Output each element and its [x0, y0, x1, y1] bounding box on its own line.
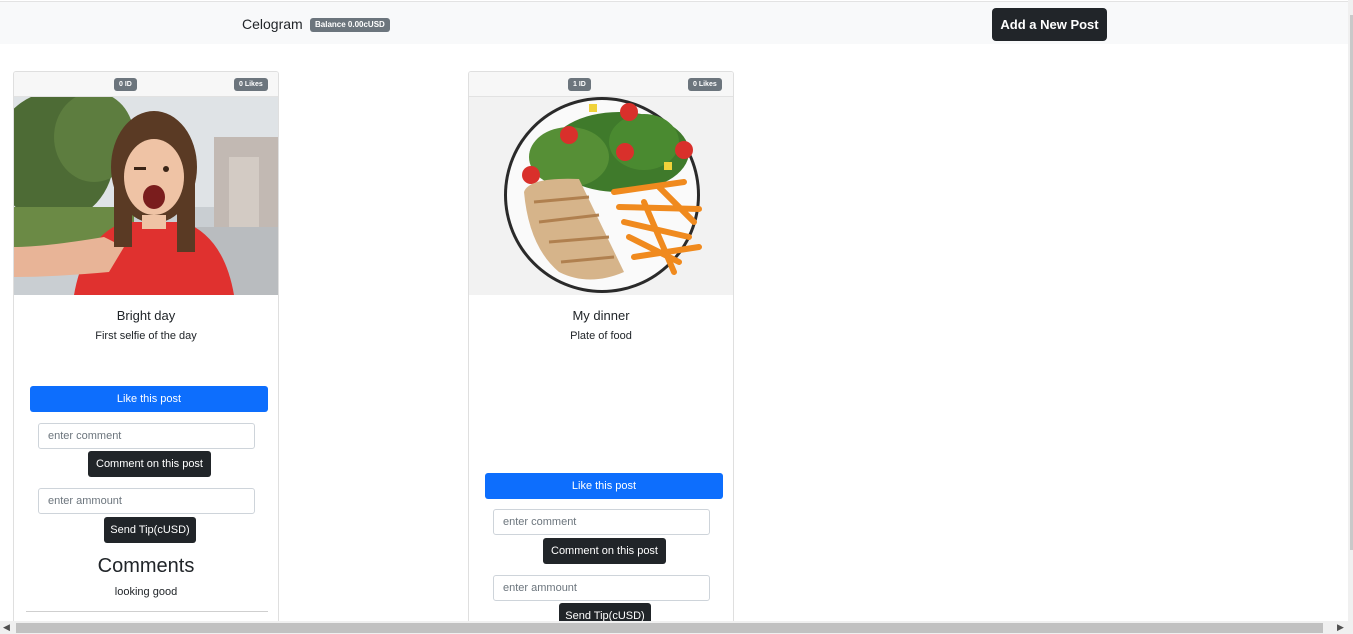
tip-amount-input[interactable] [38, 488, 255, 514]
tip-amount-input[interactable] [493, 575, 710, 601]
post-image [14, 97, 278, 295]
like-post-button[interactable]: Like this post [485, 473, 723, 499]
comment-divider [26, 611, 268, 612]
food-plate-image [469, 97, 733, 295]
comment-button[interactable]: Comment on this post [88, 451, 211, 477]
brand-name[interactable]: Celogram [242, 16, 303, 32]
post-title: My dinner [572, 308, 630, 323]
post-card: 0 ID 0 Likes Bright day First selfie of … [13, 71, 279, 631]
send-tip-button[interactable]: Send Tip(cUSD) [104, 517, 196, 543]
post-description: Plate of food [570, 330, 632, 342]
post-likes-badge: 0 Likes [688, 78, 722, 91]
like-post-button[interactable]: Like this post [30, 386, 268, 412]
post-id-badge: 1 ID [568, 78, 591, 91]
comment-input[interactable] [493, 509, 710, 535]
balance-badge: Balance 0.00cUSD [310, 18, 390, 32]
comment-button[interactable]: Comment on this post [543, 538, 666, 564]
post-image [469, 97, 733, 295]
scroll-right-arrow-icon[interactable]: ▶ [1334, 621, 1347, 634]
comment-item: looking good [114, 586, 178, 598]
post-description: First selfie of the day [95, 330, 197, 342]
post-id-badge: 0 ID [114, 78, 137, 91]
scroll-left-arrow-icon[interactable]: ◀ [0, 621, 13, 634]
post-likes-badge: 0 Likes [234, 78, 268, 91]
page: Celogram Balance 0.00cUSD Add a New Post… [0, 0, 1353, 634]
selfie-image [14, 97, 278, 295]
horizontal-scrollbar-thumb[interactable] [16, 623, 1323, 633]
post-card-header: 0 ID 0 Likes [14, 72, 278, 97]
post-title: Bright day [116, 308, 176, 323]
add-new-post-button[interactable]: Add a New Post [992, 8, 1107, 41]
post-card: 1 ID 0 Likes My dinner Plate of food Lik… [468, 71, 734, 631]
comment-input[interactable] [38, 423, 255, 449]
comments-heading: Comments [97, 555, 195, 577]
post-card-header: 1 ID 0 Likes [469, 72, 733, 97]
navbar: Celogram Balance 0.00cUSD Add a New Post [0, 1, 1348, 44]
